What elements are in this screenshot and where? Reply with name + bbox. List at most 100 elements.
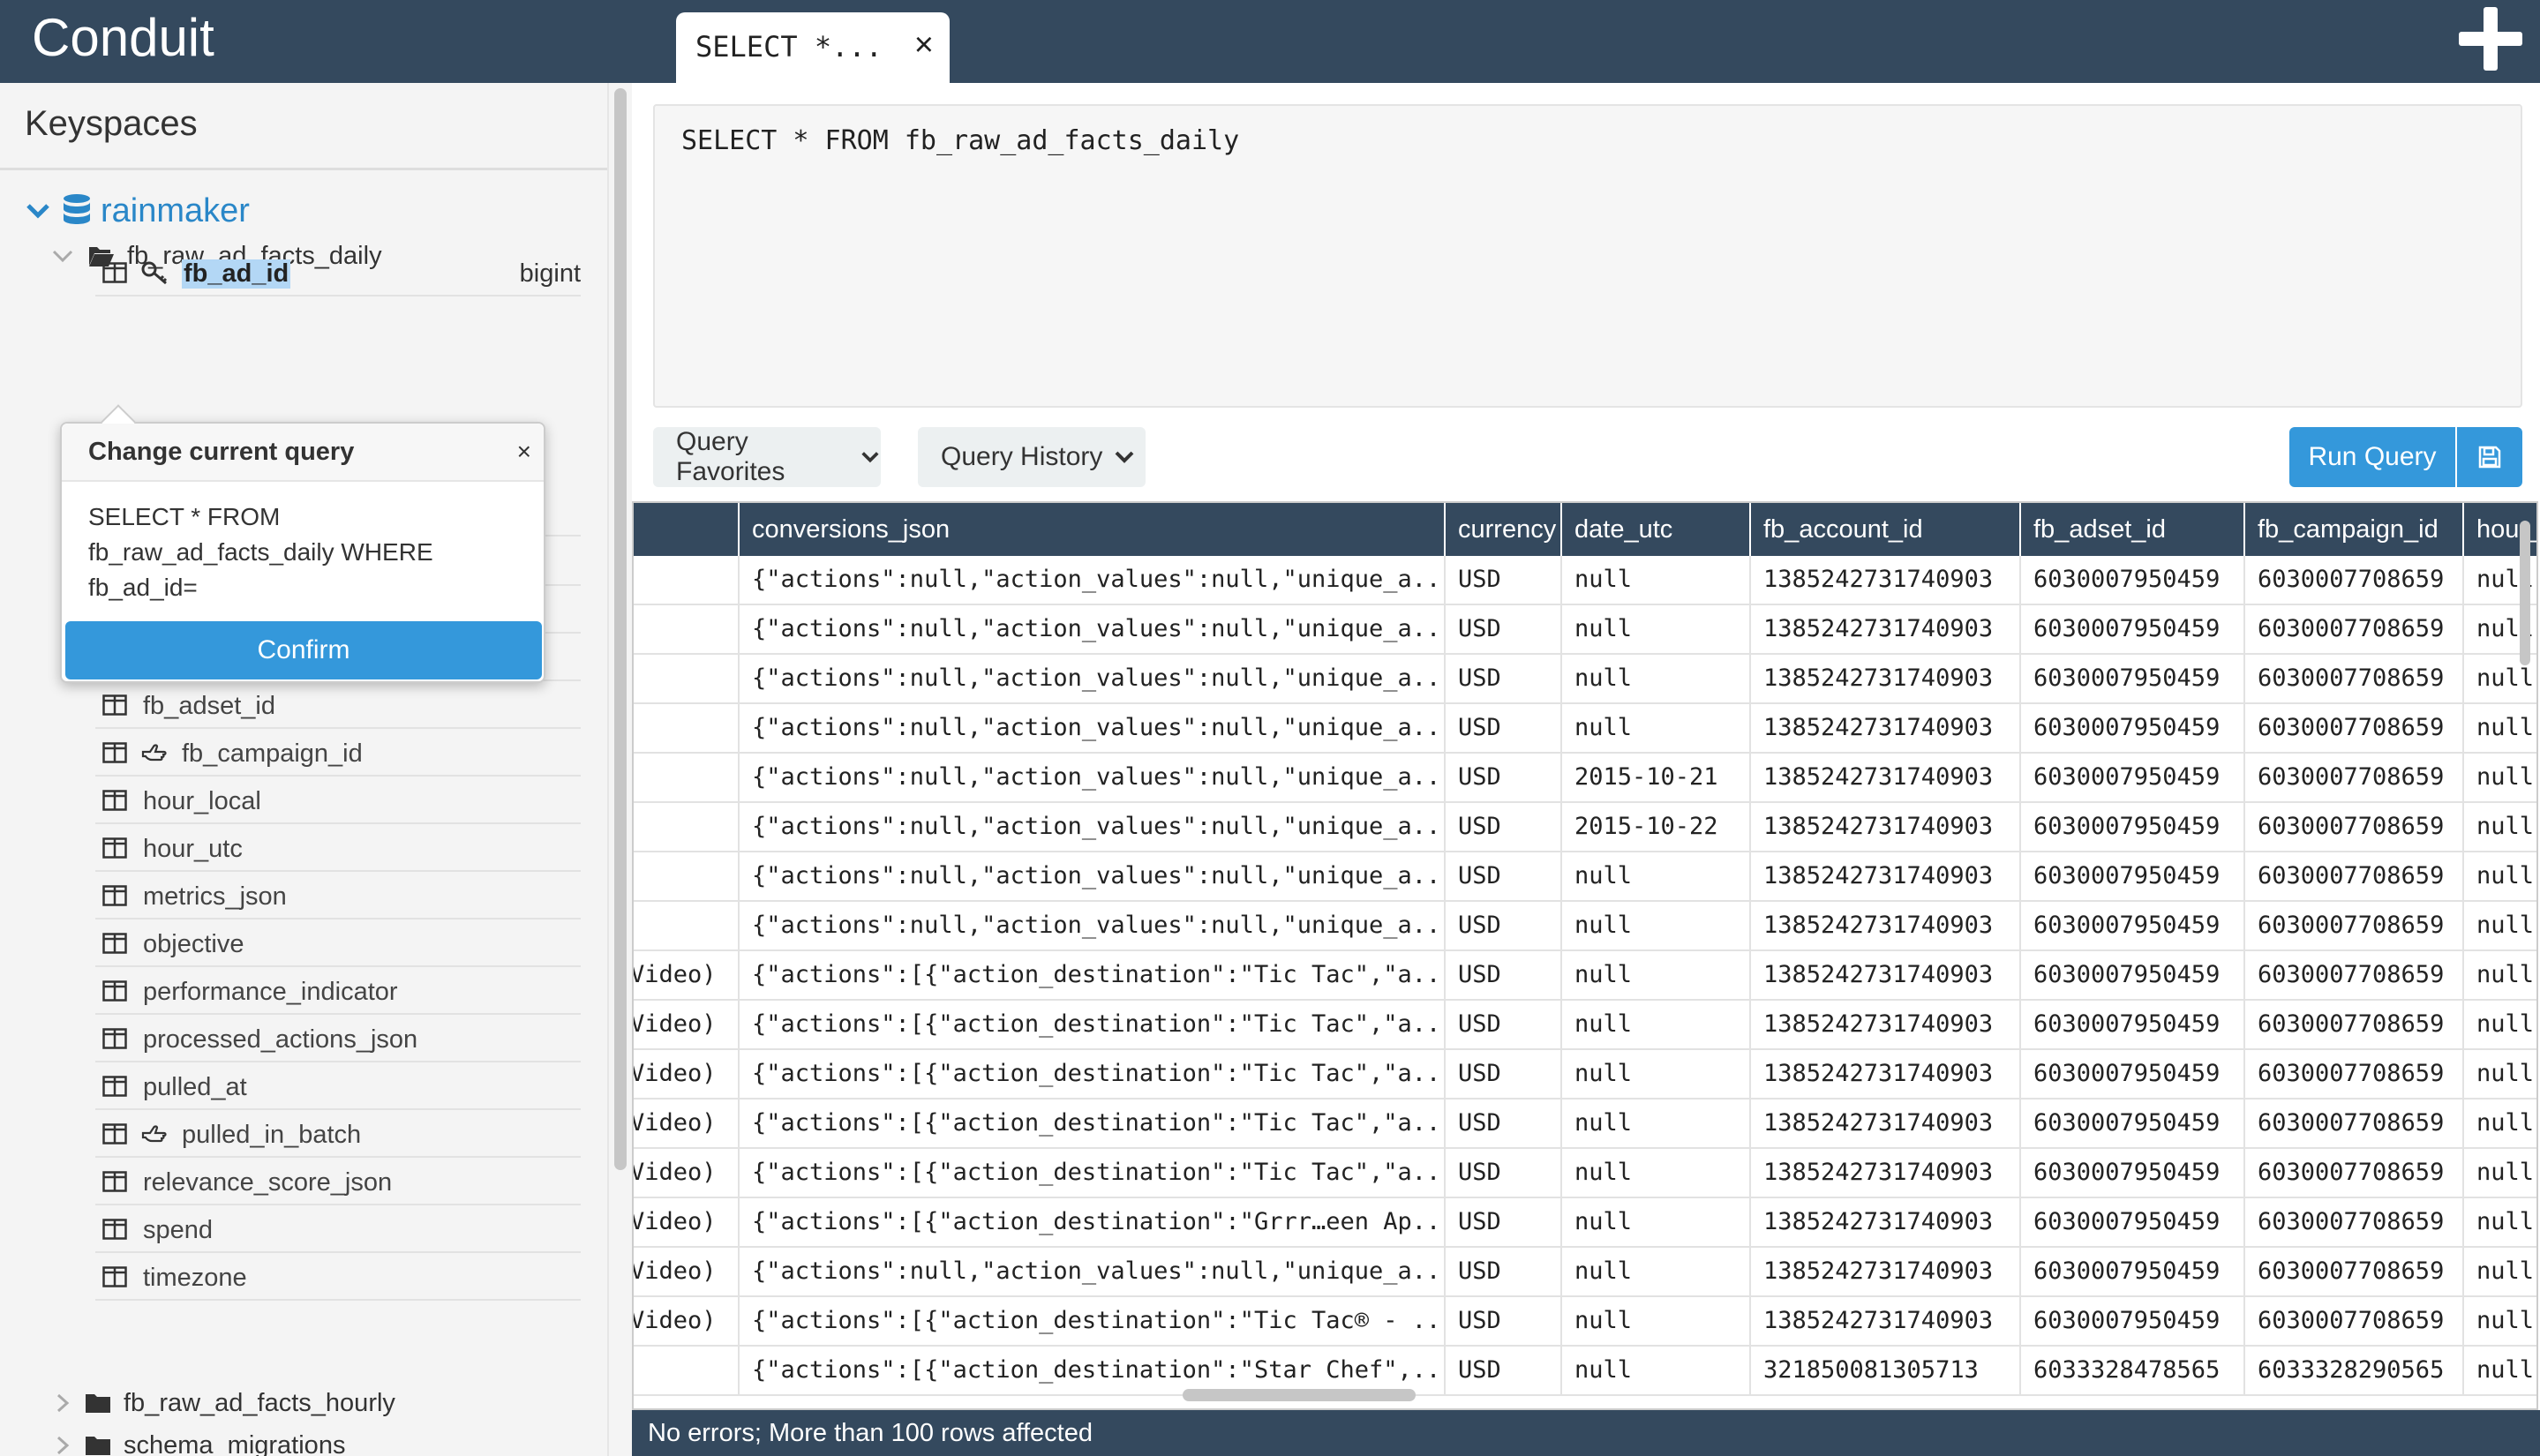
table-row[interactable]: Video) {"actions":[{"action_destination":… [634, 1050, 2536, 1100]
table-cell[interactable]: null [2464, 1100, 2536, 1147]
column-row[interactable]: fb_campaign_id [95, 729, 581, 777]
table-cell[interactable]: 6030007708659 [2245, 1100, 2464, 1147]
column-row[interactable]: timezone [95, 1253, 581, 1301]
query-favorites-label[interactable]: Query Favorites [676, 427, 849, 487]
column-header[interactable]: fb_adset_id [2021, 503, 2245, 556]
table-row[interactable]: {"actions":null,"action_values":null,"un… [634, 852, 2536, 902]
table-cell[interactable]: 6030007950459 [2021, 1149, 2245, 1197]
table-row[interactable]: Video) {"actions":null,"action_values":nu… [634, 1248, 2536, 1297]
table-cell[interactable]: 6030007708659 [2245, 704, 2464, 752]
table-cell[interactable]: 6030007950459 [2021, 1100, 2245, 1147]
column-name[interactable]: metrics_json [143, 882, 287, 912]
table-cell[interactable]: {"actions":[{"action_destination":"Tic T… [740, 951, 1446, 999]
table-cell[interactable]: null [2464, 951, 2536, 999]
table-node-collapsed[interactable]: schema_migrations [51, 1428, 345, 1456]
keyspace-label[interactable]: rainmaker [101, 192, 250, 230]
table-cell[interactable]: 1385242731740903 [1751, 1198, 2021, 1246]
tab-close-icon[interactable]: × [914, 28, 934, 62]
table-cell[interactable]: 1385242731740903 [1751, 852, 2021, 900]
column-header[interactable] [634, 503, 740, 556]
table-cell[interactable]: 6030007708659 [2245, 803, 2464, 851]
tab-label[interactable]: SELECT *... [695, 30, 883, 64]
table-cell[interactable]: 6030007950459 [2021, 803, 2245, 851]
table-cell[interactable]: 6030007708659 [2245, 605, 2464, 653]
table-cell[interactable]: null [2464, 1248, 2536, 1295]
table-cell[interactable]: {"actions":[{"action_destination":"Tic T… [740, 1050, 1446, 1098]
table-cell[interactable]: USD [1446, 803, 1562, 851]
table-cell[interactable]: 6033328290565 [2245, 1347, 2464, 1394]
table-cell[interactable]: 2015-10-22 [1562, 803, 1751, 851]
table-cell[interactable]: null [2464, 704, 2536, 752]
table-cell[interactable] [634, 852, 740, 900]
table-cell[interactable]: {"actions":null,"action_values":null,"un… [740, 605, 1446, 653]
table-cell[interactable]: USD [1446, 1100, 1562, 1147]
vertical-scroll-thumb[interactable] [2520, 521, 2530, 665]
table-cell[interactable]: {"actions":null,"action_values":null,"un… [740, 754, 1446, 801]
table-cell[interactable]: Video) [634, 1050, 740, 1098]
column-name[interactable]: hour_local [143, 787, 261, 816]
table-row[interactable]: Video) {"actions":[{"action_destination":… [634, 1001, 2536, 1050]
query-favorites-button[interactable]: Query Favorites [653, 427, 881, 487]
table-row[interactable]: Video) {"actions":[{"action_destination":… [634, 1297, 2536, 1347]
table-cell[interactable]: 1385242731740903 [1751, 655, 2021, 702]
chevron-down-icon[interactable] [51, 244, 74, 267]
table-cell[interactable]: 1385242731740903 [1751, 1149, 2021, 1197]
table-cell[interactable]: USD [1446, 902, 1562, 949]
column-name[interactable]: performance_indicator [143, 978, 398, 1007]
table-cell[interactable]: 6030007708659 [2245, 655, 2464, 702]
column-name[interactable]: relevance_score_json [143, 1168, 392, 1197]
table-cell[interactable] [634, 655, 740, 702]
table-cell[interactable]: null [1562, 704, 1751, 752]
table-cell[interactable]: {"actions":null,"action_values":null,"un… [740, 852, 1446, 900]
table-cell[interactable]: 6030007708659 [2245, 1198, 2464, 1246]
table-cell[interactable]: USD [1446, 1001, 1562, 1048]
column-row[interactable]: spend [95, 1205, 581, 1253]
table-cell[interactable]: null [1562, 1149, 1751, 1197]
table-cell[interactable]: Video) [634, 951, 740, 999]
table-cell[interactable]: USD [1446, 655, 1562, 702]
column-name[interactable]: timezone [143, 1264, 247, 1293]
table-cell[interactable]: USD [1446, 1149, 1562, 1197]
column-row[interactable]: performance_indicator [95, 967, 581, 1015]
table-cell[interactable]: 1385242731740903 [1751, 556, 2021, 604]
table-cell[interactable]: 6030007950459 [2021, 951, 2245, 999]
table-cell[interactable]: null [1562, 852, 1751, 900]
table-cell[interactable]: null [2464, 754, 2536, 801]
table-cell[interactable]: Video) [634, 1297, 740, 1345]
table-cell[interactable]: null [1562, 951, 1751, 999]
table-cell[interactable]: 1385242731740903 [1751, 1050, 2021, 1098]
table-cell[interactable]: 6030007950459 [2021, 556, 2245, 604]
table-row[interactable]: Video) {"actions":[{"action_destination":… [634, 951, 2536, 1001]
table-cell[interactable]: null [2464, 1001, 2536, 1048]
column-header[interactable]: date_utc [1562, 503, 1751, 556]
query-text[interactable]: SELECT * FROM fb_raw_ad_facts_daily [681, 125, 1239, 156]
column-name[interactable]: objective [143, 930, 244, 959]
column-header[interactable]: conversions_json [740, 503, 1446, 556]
table-cell[interactable]: USD [1446, 1248, 1562, 1295]
table-cell[interactable]: {"actions":[{"action_destination":"Tic T… [740, 1297, 1446, 1345]
table-cell[interactable]: 2015-10-21 [1562, 754, 1751, 801]
table-cell[interactable]: 6030007950459 [2021, 754, 2245, 801]
keyspace-node[interactable]: rainmaker [25, 189, 250, 233]
table-cell[interactable]: null [2464, 852, 2536, 900]
chevron-down-icon[interactable] [25, 198, 51, 224]
table-cell[interactable]: null [1562, 1347, 1751, 1394]
table-cell[interactable]: {"actions":null,"action_values":null,"un… [740, 803, 1446, 851]
query-history-button[interactable]: Query History [918, 427, 1146, 487]
table-cell[interactable]: {"actions":[{"action_destination":"Tic T… [740, 1001, 1446, 1048]
table-cell[interactable]: null [1562, 1297, 1751, 1345]
table-cell[interactable]: {"actions":[{"action_destination":"Tic T… [740, 1149, 1446, 1197]
table-cell[interactable]: 6030007708659 [2245, 1050, 2464, 1098]
column-header[interactable]: fb_campaign_id [2245, 503, 2464, 556]
column-row[interactable]: processed_actions_json [95, 1015, 581, 1062]
table-cell[interactable]: 1385242731740903 [1751, 605, 2021, 653]
table-cell[interactable]: null [1562, 1050, 1751, 1098]
table-cell[interactable]: 1385242731740903 [1751, 803, 2021, 851]
column-name[interactable]: spend [143, 1216, 213, 1245]
table-cell[interactable]: USD [1446, 704, 1562, 752]
table-cell[interactable]: Video) [634, 1100, 740, 1147]
save-query-button[interactable] [2457, 427, 2522, 487]
table-row[interactable]: {"actions":null,"action_values":null,"un… [634, 655, 2536, 704]
query-editor[interactable]: SELECT * FROM fb_raw_ad_facts_daily [653, 104, 2522, 408]
table-cell[interactable]: 6030007950459 [2021, 852, 2245, 900]
